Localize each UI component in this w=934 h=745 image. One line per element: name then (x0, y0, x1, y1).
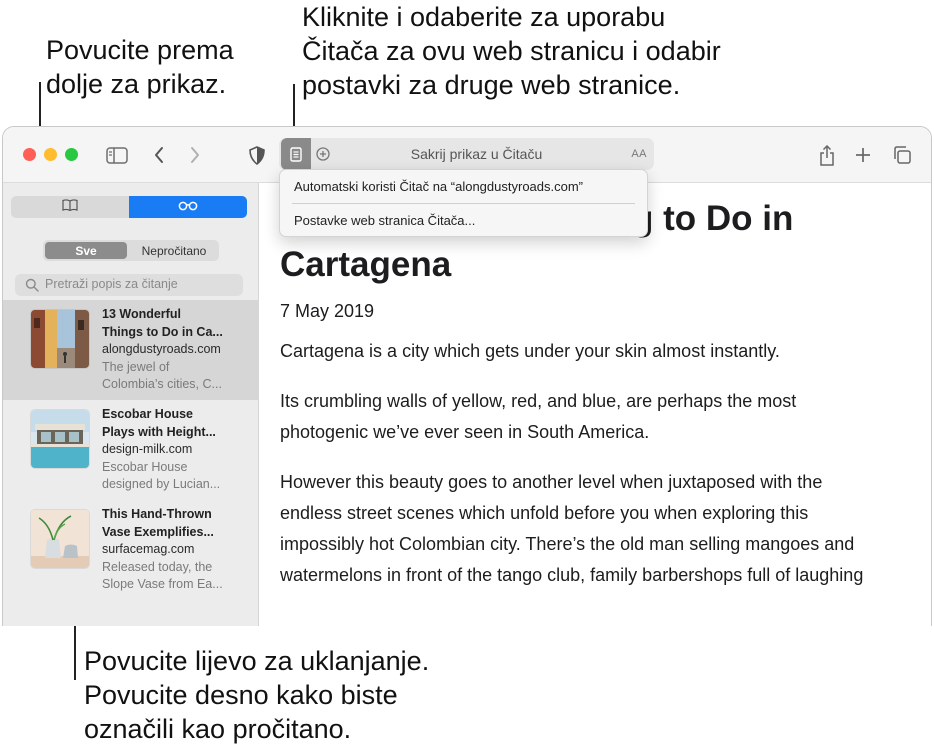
search-icon (25, 278, 39, 297)
privacy-shield-icon[interactable] (243, 141, 271, 169)
list-item-summary: Slope Vase from Ea... (102, 577, 223, 591)
filter-all[interactable]: Sve (45, 242, 127, 259)
article-line: Cartagena is a city which gets under you… (280, 341, 780, 361)
article-line: photogenic we’ve ever seen in South Amer… (280, 422, 650, 442)
list-item-title: Vase Exemplifies... (102, 524, 214, 539)
list-item-text: 13 Wonderful Things to Do in Ca... along… (102, 306, 230, 394)
reader-icon[interactable] (281, 138, 311, 170)
list-item-title: Plays with Height... (102, 424, 216, 439)
article-paragraph: Cartagena is a city which gets under you… (280, 336, 920, 367)
filter-unread[interactable]: Nepročitano (131, 240, 217, 261)
tab-bookmarks[interactable] (11, 196, 129, 218)
article-line: endless street scenes which unfold befor… (280, 503, 809, 523)
article-line: impossibly hot Colombian city. There’s t… (280, 534, 855, 554)
list-item-summary: Escobar House (102, 459, 188, 474)
menu-item-auto-reader[interactable]: Automatski koristi Čitač na “alongdustyr… (294, 179, 583, 194)
filter-unread-label: Nepročitano (141, 243, 207, 258)
article-line: However this beauty goes to another leve… (280, 472, 823, 492)
new-tab-icon[interactable] (849, 141, 877, 169)
close-window-button[interactable] (23, 148, 36, 161)
article-line: Its crumbling walls of yellow, red, and … (280, 391, 797, 411)
house-pool-photo (31, 410, 89, 468)
bookmarks-icon (62, 198, 78, 216)
search-placeholder: Pretraži popis za čitanje (45, 277, 178, 291)
list-item-title: Things to Do in Ca... (102, 324, 223, 339)
filter-all-label: Sve (75, 243, 97, 258)
sidebar-icon[interactable] (103, 141, 131, 169)
list-item[interactable]: 13 Wonderful Things to Do in Ca... along… (3, 300, 259, 400)
list-item-domain: surfacemag.com (102, 542, 195, 556)
search-input[interactable]: Pretraži popis za čitanje (15, 274, 243, 296)
back-icon[interactable] (145, 141, 173, 169)
minimize-window-button[interactable] (44, 148, 57, 161)
text-size-button[interactable]: AA (631, 148, 647, 160)
article-title-line1: g to Do in (632, 199, 794, 238)
menu-separator (292, 203, 635, 204)
reading-list-icon (178, 198, 198, 216)
list-item-domain: alongdustyroads.com (102, 342, 221, 356)
list-item-title: Escobar House (102, 407, 194, 421)
tab-reading-list[interactable] (129, 196, 247, 218)
article-title-line2: Cartagena (280, 245, 452, 284)
list-item-text: This Hand-Thrown Vase Exemplifies... sur… (102, 506, 230, 594)
sidebar-tab-control (11, 196, 247, 218)
list-item-summary: The jewel of (102, 359, 170, 374)
callout-pull-down: Povucite prema dolje za prikaz. (46, 35, 234, 99)
zoom-window-button[interactable] (65, 148, 78, 161)
share-icon[interactable] (813, 141, 841, 169)
article-paragraph: However this beauty goes to another leve… (280, 467, 920, 591)
vase-photo (31, 510, 89, 568)
article-date: 7 May 2019 (280, 301, 375, 321)
callout-reader-button: Kliknite i odaberite za uporabu Čitača z… (302, 2, 721, 100)
address-bar-title[interactable]: Sakrij prikaz u Čitaču (339, 146, 614, 162)
reader-content: g to Do in Cartagena 7 May 2019 Cartagen… (260, 183, 931, 626)
list-item[interactable]: Escobar House Plays with Height... desig… (3, 400, 259, 500)
tab-overview-icon[interactable] (888, 141, 916, 169)
address-bar[interactable]: Sakrij prikaz u Čitaču AA (279, 138, 654, 170)
list-item-domain: design-milk.com (102, 442, 193, 456)
menu-item-reader-settings[interactable]: Postavke web stranica Čitača... (294, 213, 475, 228)
cartagena-street-photo (31, 310, 89, 368)
list-item-summary: Released today, the (102, 559, 213, 574)
extension-icon[interactable] (315, 146, 331, 162)
forward-icon[interactable] (181, 141, 209, 169)
list-item-title: This Hand-Thrown (102, 507, 212, 521)
callout-swipe-actions: Povucite lijevo za uklanjanje. Povucite … (84, 646, 430, 744)
list-item-title: 13 Wonderful (102, 307, 181, 321)
article-paragraph: Its crumbling walls of yellow, red, and … (280, 386, 920, 448)
list-item-text: Escobar House Plays with Height... desig… (102, 406, 230, 494)
list-item[interactable]: This Hand-Thrown Vase Exemplifies... sur… (3, 500, 259, 600)
list-item-summary: Colombia’s cities, C... (102, 377, 222, 391)
article-line: watermelons in front of the tango club, … (280, 565, 864, 585)
sidebar: Sve Nepročitano Pretraži popis za čitanj… (3, 183, 259, 626)
reading-list-filter: Sve Nepročitano (43, 240, 219, 261)
list-item-summary: designed by Lucian... (102, 477, 221, 491)
reader-menu: Automatski koristi Čitač na “alongdustyr… (279, 169, 648, 237)
